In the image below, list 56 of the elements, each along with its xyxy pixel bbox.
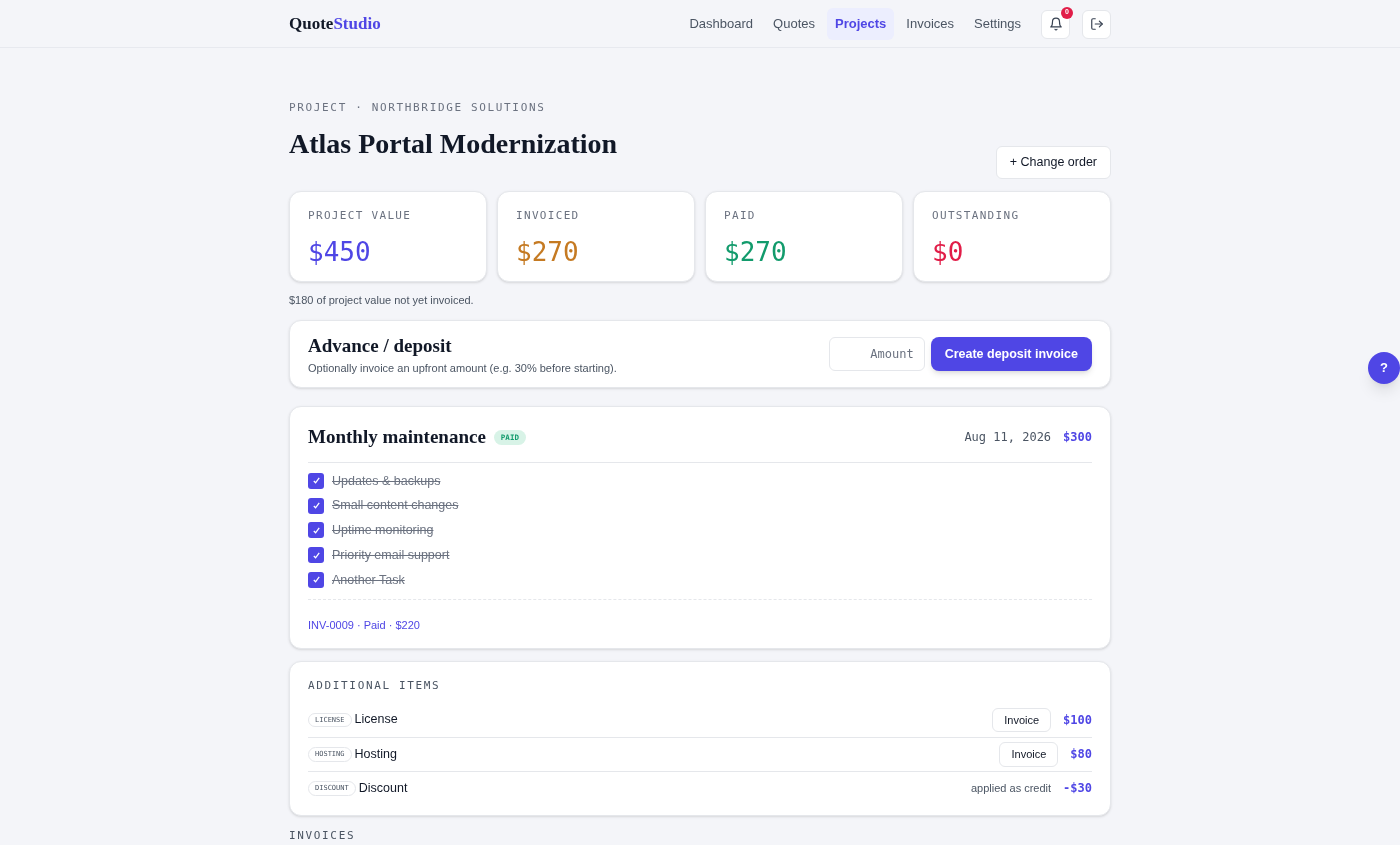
task-checkbox[interactable] (308, 571, 324, 588)
task-label: Another Task (332, 571, 405, 589)
item-amount: $100 (1063, 711, 1092, 729)
stat-label: OUTSTANDING (932, 207, 1021, 224)
nav-link[interactable]: Projects (827, 8, 895, 40)
item-note: applied as credit (971, 781, 1052, 796)
check-icon (311, 550, 321, 560)
milestone-title: Monthly maintenance (308, 425, 486, 449)
task-checkbox[interactable] (308, 547, 324, 564)
nav-link[interactable]: Dashboard (681, 8, 762, 40)
task-label: Priority email support (332, 546, 450, 564)
item-name: License (354, 711, 398, 729)
invoice-button[interactable]: Invoice (992, 707, 1052, 732)
item-amount: -$30 (1063, 780, 1092, 798)
item-name: Discount (358, 779, 408, 797)
project-title: Atlas Portal Modernization (289, 126, 618, 161)
invoices-heading: INVOICES (289, 827, 357, 844)
stats-note: $180 of project value not yet invoiced. (289, 292, 475, 308)
bell-icon (1048, 17, 1063, 31)
deposit-description: Optionally invoice an upfront amount (e.g. 30% before starting). (308, 361, 617, 376)
create-deposit-invoice-button[interactable]: Create deposit invoice (930, 337, 1092, 371)
project-eyebrow: PROJECT · NORTHBRIDGE SOLUTIONS (289, 100, 547, 116)
stat-value: $450 (308, 236, 372, 269)
stat-value: $270 (516, 236, 580, 269)
invoice-link[interactable]: INV-0009 · Paid · $220 (308, 619, 420, 632)
invoice-button[interactable]: Invoice (999, 742, 1059, 767)
stat-label: PAID (724, 207, 757, 224)
stat-value: $0 (932, 236, 965, 269)
check-icon (311, 575, 321, 585)
stat-label: INVOICED (516, 207, 581, 224)
task-label: Updates & backups (332, 472, 441, 490)
item-amount: $80 (1070, 746, 1092, 764)
task-label: Small content changes (332, 497, 459, 515)
section-heading: ADDITIONAL ITEMS (308, 678, 442, 695)
nav-link[interactable]: Settings (966, 8, 1029, 40)
item-name: Hosting (354, 745, 397, 763)
logout-button[interactable] (1082, 9, 1111, 39)
deposit-title: Advance / deposit (308, 333, 453, 358)
brand-logo[interactable]: QuoteStudio (289, 11, 381, 37)
milestone-date: Aug 11, 2026 (964, 429, 1052, 447)
stat-label: PROJECT VALUE (308, 207, 413, 224)
task-checkbox[interactable] (308, 522, 324, 539)
help-button[interactable]: ? (1368, 352, 1400, 384)
nav-link[interactable]: Invoices (898, 8, 962, 40)
check-icon (311, 476, 321, 486)
task-checkbox[interactable] (308, 497, 324, 514)
milestone-amount: $300 (1063, 429, 1092, 447)
check-icon (311, 501, 321, 511)
stat-value: $270 (724, 236, 788, 269)
task-checkbox[interactable] (308, 472, 324, 489)
check-icon (311, 525, 321, 535)
logout-icon (1089, 17, 1104, 31)
nav-link[interactable]: Quotes (765, 8, 823, 40)
task-label: Uptime monitoring (332, 522, 434, 539)
amount-field[interactable]: Amount (828, 337, 925, 371)
change-order-button[interactable]: + Change order (995, 145, 1111, 179)
